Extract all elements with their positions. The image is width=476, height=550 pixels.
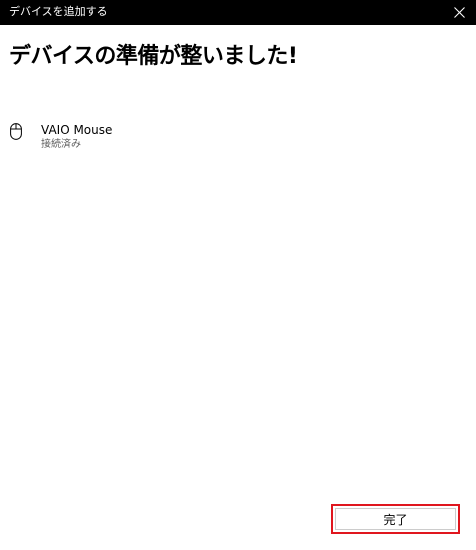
close-icon: [453, 7, 465, 18]
device-name: VAIO Mouse: [41, 123, 113, 137]
done-button-label: 完了: [335, 508, 456, 530]
mouse-icon: [10, 123, 22, 140]
close-button[interactable]: [442, 0, 476, 25]
page-title: デバイスの準備が整いました!: [9, 44, 298, 69]
title-bar: デバイスを追加する: [0, 0, 476, 25]
device-status: 接続済み: [41, 139, 81, 150]
done-button[interactable]: 完了: [331, 504, 460, 534]
device-list-item: VAIO Mouse 接続済み: [0, 118, 476, 158]
window-title: デバイスを追加する: [9, 5, 108, 18]
